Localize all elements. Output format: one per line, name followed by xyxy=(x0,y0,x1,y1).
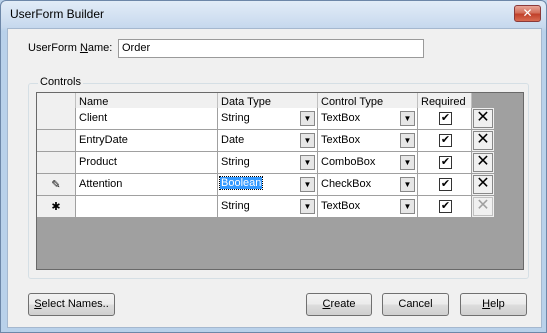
name-cell[interactable]: Attention xyxy=(76,174,218,196)
pencil-icon[interactable]: ✎ xyxy=(37,174,76,196)
controls-group-label: Controls xyxy=(38,76,83,88)
required-checkbox[interactable]: ✔ xyxy=(439,178,452,191)
select-names-button[interactable]: Select Names.. xyxy=(28,293,115,316)
window-title: UserForm Builder xyxy=(10,7,105,21)
delete-row-button: ✕ xyxy=(473,197,493,216)
required-checkbox[interactable]: ✔ xyxy=(439,134,452,147)
delete-row-button[interactable]: ✕ xyxy=(473,175,493,194)
close-button[interactable]: ✕ xyxy=(514,5,541,22)
data-type-value: Date xyxy=(221,134,245,146)
data-type-value: String xyxy=(221,156,250,168)
data-type-value: String xyxy=(221,112,250,124)
name-cell[interactable]: Product xyxy=(76,152,218,174)
data-type-combo[interactable]: String ▼ xyxy=(218,196,318,218)
name-cell[interactable]: EntryDate xyxy=(76,130,218,152)
controls-grid[interactable]: Name Data Type Control Type Required Cli… xyxy=(36,92,524,270)
control-type-combo[interactable]: ComboBox ▼ xyxy=(318,152,418,174)
title-bar[interactable]: UserForm Builder ✕ xyxy=(1,1,546,28)
delete-cell: ✕ xyxy=(472,174,495,196)
delete-cell: ✕ xyxy=(472,108,495,130)
help-button[interactable]: Help xyxy=(460,293,527,316)
required-cell: ✔ xyxy=(418,152,472,174)
control-type-combo[interactable]: CheckBox ▼ xyxy=(318,174,418,196)
userform-builder-window: UserForm Builder ✕ UserForm Name: Order … xyxy=(0,0,547,333)
userform-name-input[interactable]: Order xyxy=(118,39,424,58)
dialog-body: UserForm Name: Order Controls Name Data … xyxy=(7,28,542,328)
chevron-down-icon[interactable]: ▼ xyxy=(300,155,315,170)
required-cell: ✔ xyxy=(418,196,472,218)
delete-cell: ✕ xyxy=(472,152,495,174)
userform-name-label: UserForm Name: xyxy=(28,42,113,54)
control-type-value: CheckBox xyxy=(321,178,372,190)
control-type-value: TextBox xyxy=(321,200,361,212)
required-checkbox[interactable]: ✔ xyxy=(439,200,452,213)
required-cell: ✔ xyxy=(418,130,472,152)
data-type-combo[interactable]: String ▼ xyxy=(218,152,318,174)
chevron-down-icon[interactable]: ▼ xyxy=(400,155,415,170)
controls-group: Controls Name Data Type Control Type Req… xyxy=(28,76,529,279)
control-type-value: TextBox xyxy=(321,112,361,124)
required-cell: ✔ xyxy=(418,174,472,196)
chevron-down-icon[interactable]: ▼ xyxy=(400,177,415,192)
required-cell: ✔ xyxy=(418,108,472,130)
chevron-down-icon[interactable]: ▼ xyxy=(300,111,315,126)
row-indicator[interactable] xyxy=(37,152,76,174)
cancel-button[interactable]: Cancel xyxy=(382,293,449,316)
control-type-combo[interactable]: TextBox ▼ xyxy=(318,108,418,130)
delete-cell: ✕ xyxy=(472,196,495,218)
chevron-down-icon[interactable]: ▼ xyxy=(300,177,315,192)
chevron-down-icon[interactable]: ▼ xyxy=(400,199,415,214)
name-cell[interactable]: Client xyxy=(76,108,218,130)
required-checkbox[interactable]: ✔ xyxy=(439,112,452,125)
chevron-down-icon[interactable]: ▼ xyxy=(300,199,315,214)
data-type-combo[interactable]: Boolean ▼ xyxy=(218,174,318,196)
required-checkbox[interactable]: ✔ xyxy=(439,156,452,169)
delete-row-button[interactable]: ✕ xyxy=(473,131,493,150)
data-type-combo[interactable]: String ▼ xyxy=(218,108,318,130)
row-indicator[interactable] xyxy=(37,130,76,152)
new-row-icon[interactable]: ✱ xyxy=(37,196,76,218)
create-button[interactable]: Create xyxy=(306,293,372,316)
control-type-combo[interactable]: TextBox ▼ xyxy=(318,196,418,218)
chevron-down-icon[interactable]: ▼ xyxy=(400,133,415,148)
data-type-combo[interactable]: Date ▼ xyxy=(218,130,318,152)
name-cell[interactable] xyxy=(76,196,218,218)
data-type-value: String xyxy=(221,200,250,212)
chevron-down-icon[interactable]: ▼ xyxy=(400,111,415,126)
control-type-combo[interactable]: TextBox ▼ xyxy=(318,130,418,152)
chevron-down-icon[interactable]: ▼ xyxy=(300,133,315,148)
delete-row-button[interactable]: ✕ xyxy=(473,153,493,172)
control-type-value: TextBox xyxy=(321,134,361,146)
data-type-value: Boolean xyxy=(218,176,264,190)
delete-cell: ✕ xyxy=(472,130,495,152)
delete-row-button[interactable]: ✕ xyxy=(473,109,493,128)
row-indicator[interactable] xyxy=(37,108,76,130)
control-type-value: ComboBox xyxy=(321,156,376,168)
